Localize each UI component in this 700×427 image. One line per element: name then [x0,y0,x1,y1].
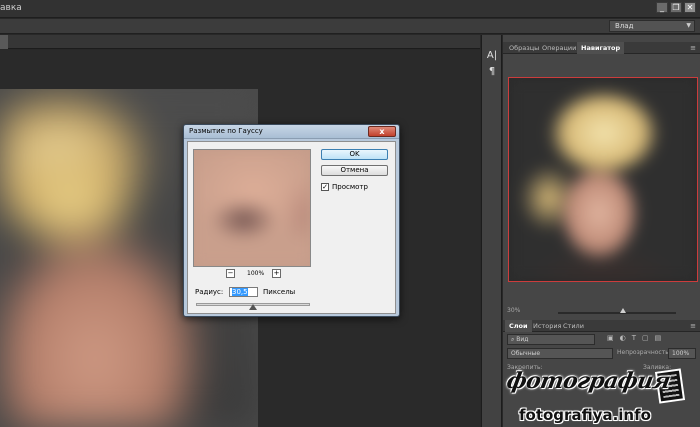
opacity-input[interactable]: 100% [668,348,696,359]
preview-zoom-percent: 100% [247,270,265,277]
navigator-view-box[interactable] [508,77,698,282]
radius-slider-knob[interactable] [249,304,257,310]
document-tab[interactable] [0,35,8,49]
watermark-title: фотография [504,368,673,394]
paragraph-panel-icon[interactable]: ¶ [486,66,498,78]
dialog-title: Размытие по Гауссу [189,127,263,135]
navigator-zoom-percent[interactable]: 30% [507,307,520,314]
panel-menu-icon[interactable]: ≡ [690,44,696,52]
navigator-zoom-row: 30% [503,307,700,317]
layer-blend-row: Обычные Непрозрачность: 100% [503,347,700,360]
dialog-close-button[interactable]: x [368,126,396,137]
smart-filter-icon[interactable]: ▤ [655,334,662,342]
radius-unit: Пикселы [263,288,296,296]
navigator-tab-bar: Образцы Операции Навигатор ≡ [503,42,700,54]
layers-panel-menu-icon[interactable]: ≡ [690,322,696,330]
radius-input[interactable]: 30,5 [229,287,258,297]
character-panel-icon[interactable]: A| [486,50,498,62]
preview-label: Просмотр [332,183,368,191]
navigator-zoom-knob[interactable] [619,308,626,313]
preview-checkbox[interactable]: ✓ [321,183,329,191]
ok-button[interactable]: OK [321,149,388,160]
minimize-button[interactable]: _ [656,2,668,13]
navigator-zoom-slider[interactable] [558,312,676,314]
layer-filter-icons: ▣ ◐ T ▢ ▤ [607,334,661,342]
dialog-titlebar[interactable]: Размытие по Гауссу x [184,125,399,139]
tab-navigator[interactable]: Навигатор [577,42,625,54]
zoom-in-button[interactable]: + [272,269,281,278]
radius-label: Радиус: [195,288,224,296]
cancel-button[interactable]: Отмена [321,165,388,176]
watermark: фотография fotografiya.info [489,368,700,427]
tab-layers[interactable]: Слои [505,320,532,332]
navigator-thumbnail [509,78,697,281]
workspace-select[interactable]: Влад ▼ [609,20,695,32]
chevron-down-icon: ▼ [686,22,691,29]
preview-zoom-controls: − 100% + [226,269,286,279]
type-filter-icon[interactable]: T [632,334,636,342]
shape-filter-icon[interactable]: ▢ [642,334,649,342]
close-button[interactable]: ✕ [684,2,696,13]
tab-actions[interactable]: Операции [538,42,580,54]
gaussian-blur-dialog: Размытие по Гауссу x − 100% + OK Отмена … [183,124,400,317]
document-tab-strip [0,35,480,49]
layer-kind-filter[interactable]: ⌕ Вид [507,334,595,345]
opacity-label: Непрозрачность: [617,349,671,356]
photoshop-window: авка _ ❐ ✕ Влад ▼ A| ¶ Образцы Операции … [0,0,700,427]
restore-button[interactable]: ❐ [670,2,682,13]
layers-tab-bar: Слои История Стили ≡ [503,320,700,332]
layer-kind-value: Вид [516,336,529,343]
workspace-value: Влад [615,22,634,30]
window-controls: _ ❐ ✕ [656,2,696,13]
preview-image [194,150,310,266]
options-bar: Влад ▼ [0,19,700,34]
radius-row: Радиус: 30,5 Пикселы [195,287,315,298]
pixel-filter-icon[interactable]: ▣ [607,334,614,342]
adjustment-filter-icon[interactable]: ◐ [620,334,626,342]
dialog-body: − 100% + OK Отмена ✓ Просмотр Радиус: 30… [187,141,396,314]
watermark-url: fotografiya.info [519,406,651,424]
layer-filter-row: ⌕ Вид ▣ ◐ T ▢ ▤ [503,333,700,346]
menu-bar: авка _ ❐ ✕ [0,0,700,18]
filter-preview[interactable] [193,149,311,267]
blend-mode-select[interactable]: Обычные [507,348,613,359]
tab-styles[interactable]: Стили [559,320,588,332]
zoom-out-button[interactable]: − [226,269,235,278]
radius-value: 30,5 [232,288,248,296]
menu-item-edit[interactable]: авка [0,3,22,13]
